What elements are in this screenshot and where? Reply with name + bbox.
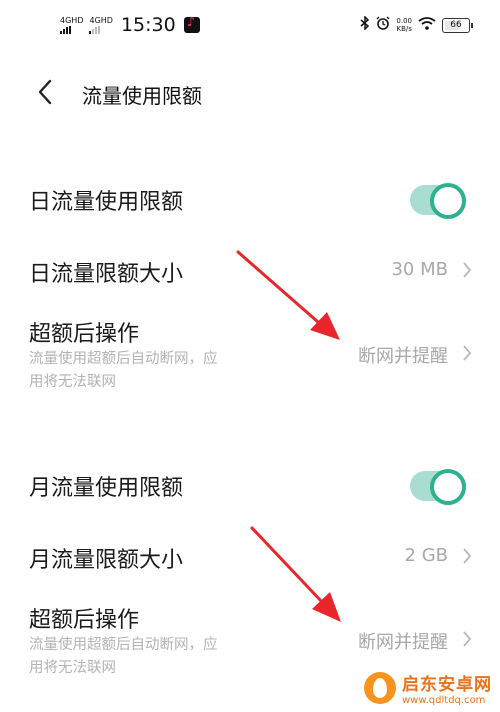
network-speed-unit: KB/s — [396, 25, 412, 33]
tiktok-notification-icon — [183, 15, 200, 33]
chevron-right-icon — [460, 343, 474, 363]
watermark-logo-icon — [364, 672, 396, 704]
page-title: 流量使用限额 — [82, 84, 202, 108]
daily-over-limit-action-description: 流量使用超额后自动断网，应用将无法联网 — [29, 351, 218, 390]
chevron-right-icon — [460, 546, 474, 566]
daily-over-limit-action-label: 超额后操作 — [29, 322, 140, 347]
daily-size-row[interactable]: 日流量限额大小 30 MB — [0, 242, 500, 300]
signal-bars-icon — [60, 25, 71, 34]
monthly-limit-toggle-row[interactable]: 月流量使用限额 — [0, 456, 500, 514]
wifi-icon — [418, 16, 436, 34]
watermark-name: 启东安卓网 — [402, 675, 492, 695]
daily-size-value: 30 MB — [391, 259, 448, 280]
signal-sim2: 4GHD — [89, 15, 113, 34]
monthly-size-label: 月流量限额大小 — [29, 548, 184, 573]
monthly-limit-toggle-label: 月流量使用限额 — [29, 476, 184, 501]
watermark-url: www.qdltdq.com — [402, 695, 486, 706]
signal-sim1: 4GHD — [60, 15, 84, 34]
monthly-over-limit-action-label: 超额后操作 — [29, 608, 140, 633]
monthly-limit-toggle-switch[interactable] — [410, 469, 466, 505]
toggle-knob — [430, 469, 466, 505]
network-speed: 0.00 KB/s — [396, 17, 412, 33]
status-time: 15:30 — [120, 14, 176, 36]
network-hd-1: HD — [71, 15, 84, 25]
daily-over-limit-action-value: 断网并提醒 — [358, 346, 448, 367]
monthly-size-row[interactable]: 月流量限额大小 2 GB — [0, 528, 500, 586]
network-type-1: 4G — [60, 15, 72, 25]
watermark-text: 启东安卓网 www.qdltdq.com — [402, 670, 492, 706]
site-watermark: 启东安卓网 www.qdltdq.com — [364, 670, 492, 706]
daily-limit-toggle-row[interactable]: 日流量使用限额 — [0, 170, 500, 228]
monthly-over-limit-action-value: 断网并提醒 — [358, 632, 448, 653]
status-bar: 4GHD 4GHD 15:30 0.00 KB/s 66 — [0, 0, 500, 56]
chevron-right-icon — [460, 260, 474, 280]
network-speed-value: 0.00 — [396, 17, 412, 25]
signal-bars-icon — [89, 25, 101, 34]
daily-limit-toggle-switch[interactable] — [410, 183, 466, 219]
battery-icon: 66 — [442, 17, 473, 33]
bluetooth-icon — [360, 15, 370, 34]
daily-over-limit-action-row[interactable]: 超额后操作 流量使用超额后自动断网，应用将无法联网 断网并提醒 — [0, 312, 500, 402]
back-arrow-icon[interactable] — [34, 78, 58, 106]
chevron-right-icon — [460, 629, 474, 649]
daily-limit-toggle-label: 日流量使用限额 — [29, 190, 184, 215]
network-hd-2: HD — [100, 15, 113, 25]
monthly-size-value: 2 GB — [404, 545, 448, 566]
monthly-over-limit-action-description: 流量使用超额后自动断网，应用将无法联网 — [29, 637, 218, 676]
toggle-knob — [430, 183, 466, 219]
daily-size-label: 日流量限额大小 — [29, 262, 184, 287]
status-bar-right: 0.00 KB/s 66 — [360, 15, 473, 34]
page-header: 流量使用限额 — [0, 68, 500, 118]
alarm-icon — [376, 16, 390, 34]
status-bar-left: 4GHD 4GHD 15:30 — [60, 14, 200, 36]
network-type-2: 4G — [89, 15, 101, 25]
